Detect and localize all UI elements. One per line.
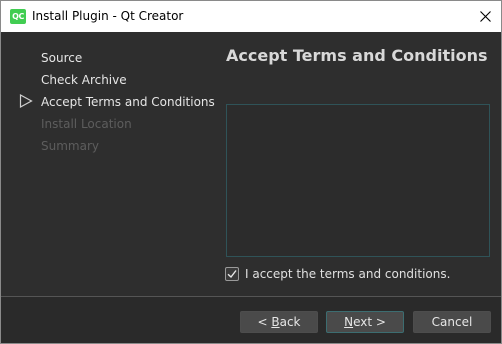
next-button-mnemonic: N: [344, 315, 354, 329]
wizard-step-summary: Summary: [41, 139, 99, 153]
back-button-mnemonic: B: [271, 315, 280, 329]
next-button-label: ext >: [353, 315, 386, 329]
window-title: Install Plugin - Qt Creator: [32, 9, 184, 23]
page-title: Accept Terms and Conditions: [226, 46, 488, 65]
wizard-step-accept-terms: Accept Terms and Conditions: [41, 95, 215, 109]
qt-creator-app-icon: QC: [10, 9, 26, 24]
wizard-step-source: Source: [41, 51, 83, 65]
title-bar: QC Install Plugin - Qt Creator: [1, 1, 501, 32]
wizard-content: Source Check Archive Accept Terms and Co…: [1, 32, 501, 296]
next-button[interactable]: Next >: [326, 311, 404, 333]
accept-terms-label[interactable]: I accept the terms and conditions.: [245, 267, 450, 281]
close-button[interactable]: [471, 1, 501, 32]
triangle-right-outline-icon: [19, 94, 33, 108]
checkmark-icon: [227, 270, 237, 279]
wizard-step-install-location: Install Location: [41, 117, 132, 131]
close-icon: [480, 11, 491, 22]
back-button-label: ack: [279, 315, 301, 329]
button-bar: < Back Next > Cancel: [1, 297, 501, 343]
back-button[interactable]: < Back: [240, 311, 318, 333]
cancel-button[interactable]: Cancel: [413, 311, 491, 333]
back-button-prefix: <: [257, 315, 272, 329]
accept-terms-checkbox[interactable]: [225, 267, 239, 281]
install-plugin-window: QC Install Plugin - Qt Creator Source Ch…: [0, 0, 502, 344]
wizard-step-check-archive: Check Archive: [41, 73, 127, 87]
terms-text-area[interactable]: [226, 104, 490, 257]
